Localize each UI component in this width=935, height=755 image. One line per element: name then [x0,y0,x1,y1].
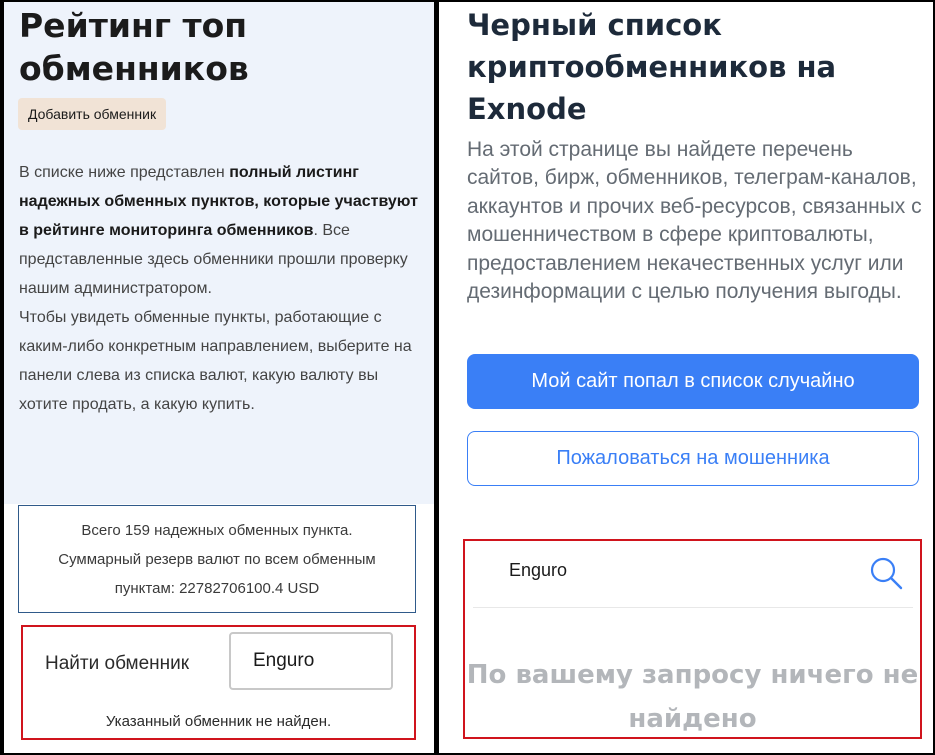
stats-reserve-line1: Суммарный резерв валют по всем обменным [58,551,376,568]
blacklist-search-box: Enguro По вашему запросу ничего не найде… [463,539,922,739]
blacklist-search-input[interactable]: Enguro [509,560,567,581]
description-instructions: Чтобы увидеть обменные пункты, работающи… [19,309,412,413]
report-scammer-button[interactable]: Пожаловаться на мошенника [467,431,919,486]
left-panel: Рейтинг топ обменников Добавить обменник… [4,2,434,753]
my-site-listed-by-mistake-button[interactable]: Мой сайт попал в список случайно [467,354,919,409]
page-title: Рейтинг топ обменников [19,6,249,88]
rating-header-section: Рейтинг топ обменников Добавить обменник… [4,2,434,504]
stats-total: Всего 159 надежных обменных пункта. [81,522,353,539]
description-lead: В списке ниже представлен [19,164,230,181]
find-exchanger-input[interactable] [229,632,393,690]
no-results-message: По вашему запросу ничего не найдено [466,660,919,734]
add-exchanger-button[interactable]: Добавить обменник [18,98,167,130]
find-exchanger-box: Найти обменник Указанный обменник не най… [21,625,416,740]
find-exchanger-label: Найти обменник [45,653,190,674]
find-result-message: Указанный обменник не найден. [105,713,332,730]
screenshot-frame: Рейтинг топ обменников Добавить обменник… [2,2,933,753]
blacklist-title: Черный список криптообменников на Exnode [467,8,837,126]
search-icon[interactable] [868,555,904,591]
stats-reserve-line2: пунктам: 22782706100.4 USD [114,580,320,597]
search-divider [473,607,913,608]
stats-box: Всего 159 надежных обменных пункта. Сумм… [18,505,416,613]
right-panel: Черный список криптообменников на Exnode… [439,2,933,753]
blacklist-description: На этой странице вы найдете перечень сай… [467,138,922,304]
rating-description: В списке ниже представлен полный листинг… [19,158,424,419]
